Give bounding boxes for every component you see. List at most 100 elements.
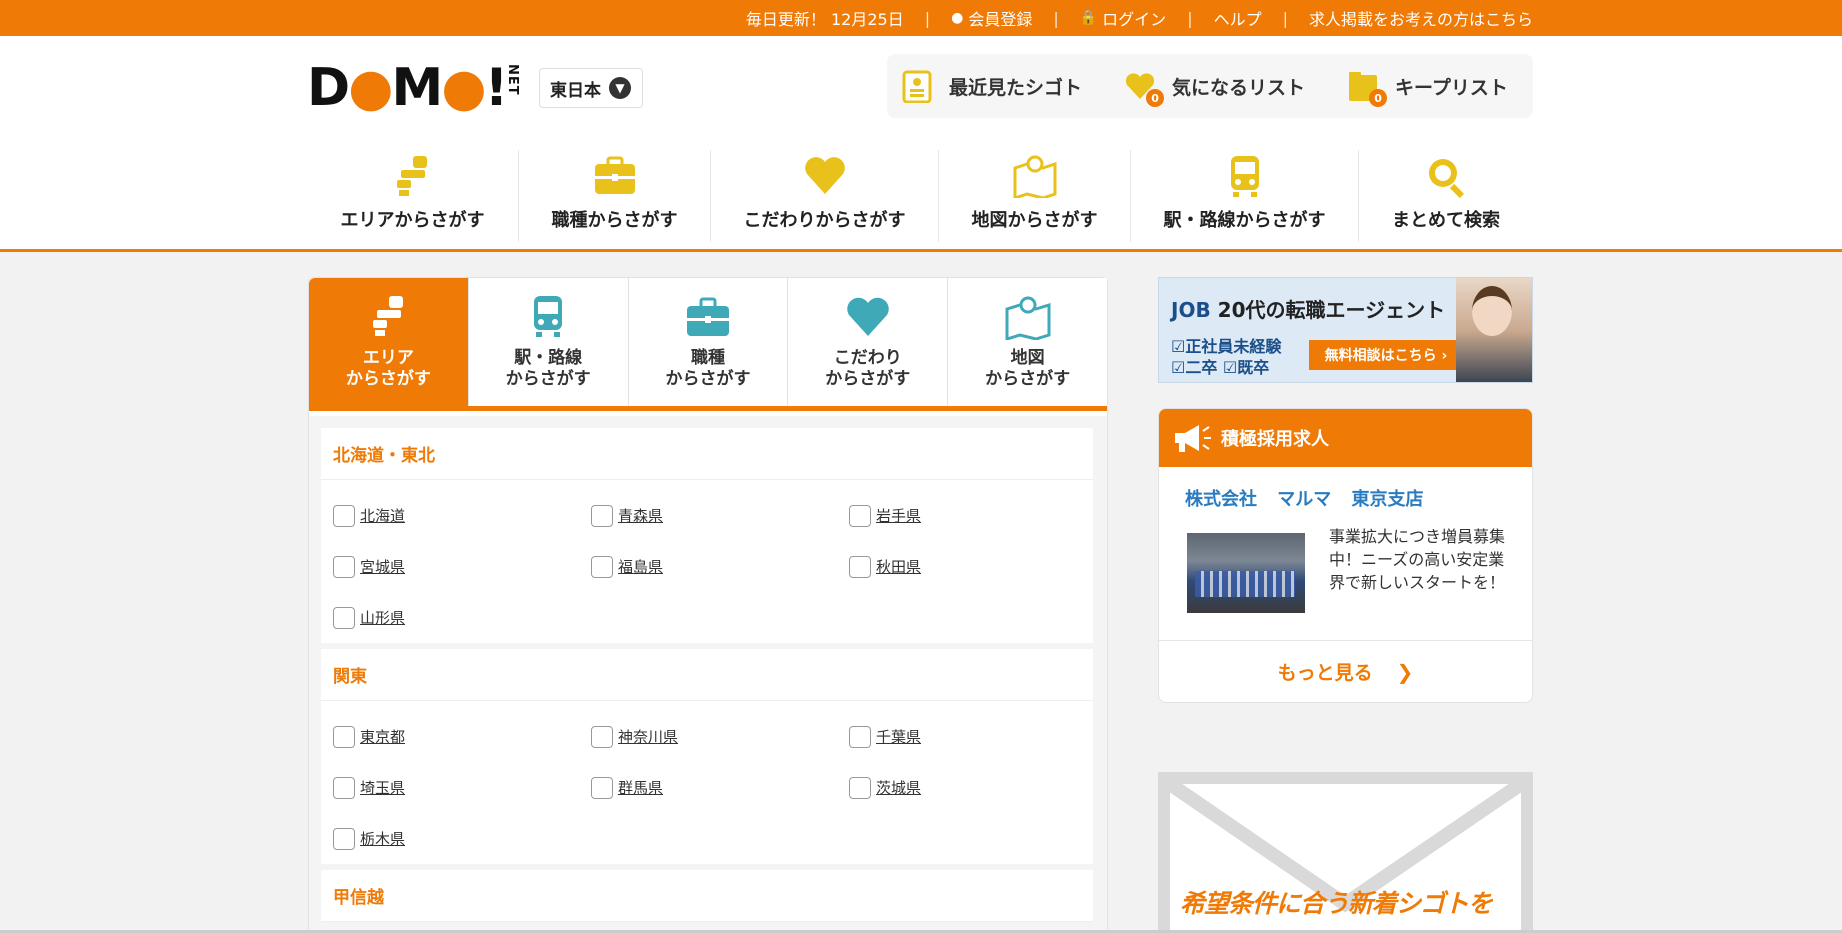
pref-checkbox[interactable]: 東京都 bbox=[333, 711, 591, 762]
checkbox[interactable] bbox=[849, 725, 871, 748]
checkbox[interactable] bbox=[333, 827, 355, 850]
banner-consult-button[interactable]: 無料相談はこちら › bbox=[1309, 340, 1463, 370]
checkbox[interactable] bbox=[591, 776, 613, 799]
nav-area-label: エリアからさがす bbox=[340, 210, 485, 231]
tab-station-line2: からさがす bbox=[505, 369, 591, 389]
checkbox[interactable] bbox=[333, 776, 355, 799]
tab-preference-line1: こだわり bbox=[833, 348, 902, 368]
nav-job-type-label: 職種からさがす bbox=[551, 210, 678, 231]
keep-list-link[interactable]: 0 キープリスト bbox=[1347, 69, 1508, 107]
login-link[interactable]: 🔒 ログイン bbox=[1080, 6, 1166, 30]
tab-job-type-line2: からさがす bbox=[665, 369, 751, 389]
pref-checkbox[interactable]: 秋田県 bbox=[849, 541, 1105, 592]
checkbox[interactable] bbox=[849, 776, 871, 799]
tab-job-type[interactable]: 職種 からさがす bbox=[628, 278, 789, 406]
pref-label[interactable]: 宮城県 bbox=[360, 556, 405, 577]
pref-checkbox[interactable]: 青森県 bbox=[591, 490, 849, 541]
pref-checkbox[interactable]: 茨城県 bbox=[849, 762, 1105, 813]
pref-checkbox[interactable]: 群馬県 bbox=[591, 762, 849, 813]
nav-bulk-search[interactable]: まとめて検索 bbox=[1359, 150, 1533, 242]
search-tabs: エリア からさがす 駅・路線 からさがす 職種 からさがす こだわり からさがす… bbox=[309, 278, 1107, 411]
envelope: 希望条件に合う新着シゴトを メールでお届け! bbox=[1170, 784, 1521, 933]
staff-group bbox=[1195, 571, 1295, 597]
pref-label[interactable]: 青森県 bbox=[618, 505, 663, 526]
briefcase-icon bbox=[686, 297, 729, 336]
pref-checkbox[interactable]: 栃木県 bbox=[333, 813, 591, 864]
section-koshinetsu: 甲信越 bbox=[321, 870, 1093, 922]
pref-label[interactable]: 北海道 bbox=[360, 505, 405, 526]
pref-checkbox[interactable]: 埼玉県 bbox=[333, 762, 591, 813]
quick-links: 最近見たシゴト 0 気になるリスト 0 キープリスト bbox=[887, 54, 1533, 118]
pref-label[interactable]: 東京都 bbox=[360, 726, 405, 747]
checkbox[interactable] bbox=[333, 555, 355, 578]
recently-viewed-link[interactable]: 最近見たシゴト bbox=[901, 69, 1082, 103]
section-hokkaido-tohoku: 北海道・東北 北海道 青森県 岩手県 宮城県 福島県 秋田県 山形県 bbox=[321, 428, 1093, 643]
heart-icon bbox=[847, 297, 889, 336]
region-selector[interactable]: 東日本 ▼ bbox=[539, 68, 643, 108]
employer-link[interactable]: 求人掲載をお考えの方はこちら bbox=[1309, 6, 1533, 30]
pref-label[interactable]: 秋田県 bbox=[876, 556, 921, 577]
help-link[interactable]: ヘルプ bbox=[1214, 6, 1262, 30]
pref-label[interactable]: 埼玉県 bbox=[360, 777, 405, 798]
tab-preference[interactable]: こだわり からさがす bbox=[788, 278, 949, 406]
pref-checkbox[interactable]: 神奈川県 bbox=[591, 711, 849, 762]
mail-signup-banner[interactable]: 希望条件に合う新着シゴトを メールでお届け! bbox=[1158, 772, 1533, 933]
pref-label[interactable]: 栃木県 bbox=[360, 828, 405, 849]
nav-job-type[interactable]: 職種からさがす bbox=[519, 150, 711, 242]
divider: | bbox=[1053, 8, 1059, 28]
prefecture-grid: 東京都 神奈川県 千葉県 埼玉県 群馬県 茨城県 栃木県 bbox=[321, 701, 1093, 864]
hiring-title: 積極採用求人 bbox=[1221, 429, 1329, 450]
pref-label[interactable]: 岩手県 bbox=[876, 505, 921, 526]
checkbox[interactable] bbox=[333, 606, 355, 629]
pref-checkbox[interactable]: 千葉県 bbox=[849, 711, 1105, 762]
map-icon bbox=[1005, 296, 1051, 340]
checkbox[interactable] bbox=[333, 725, 355, 748]
chevron-down-icon: ▼ bbox=[609, 77, 631, 99]
clipboard-icon bbox=[902, 70, 932, 103]
nav-preference[interactable]: こだわりからさがす bbox=[711, 150, 939, 242]
pref-checkbox[interactable]: 岩手県 bbox=[849, 490, 1105, 541]
checkbox[interactable] bbox=[849, 504, 871, 527]
keep-list-label: キープリスト bbox=[1395, 76, 1508, 99]
face bbox=[1472, 286, 1512, 336]
tab-preference-line2: からさがす bbox=[825, 369, 911, 389]
search-magnifier-icon bbox=[1429, 159, 1465, 198]
map-icon bbox=[1013, 155, 1056, 198]
pref-label[interactable]: 千葉県 bbox=[876, 726, 921, 747]
nav-area[interactable]: エリアからさがす bbox=[307, 150, 519, 242]
pref-checkbox[interactable]: 宮城県 bbox=[333, 541, 591, 592]
top-links: 毎日更新！ 12月25日 | ● 会員登録 | 🔒 ログイン | ヘルプ | 求人掲… bbox=[746, 0, 1533, 36]
hiring-header: 積極採用求人 bbox=[1159, 409, 1532, 467]
pref-label[interactable]: 群馬県 bbox=[618, 777, 663, 798]
pref-label[interactable]: 山形県 bbox=[360, 607, 405, 628]
pref-checkbox[interactable]: 福島県 bbox=[591, 541, 849, 592]
checkbox[interactable] bbox=[591, 504, 613, 527]
pref-checkbox[interactable]: 北海道 bbox=[333, 490, 591, 541]
company-link[interactable]: 株式会社 マルマ 東京支店 bbox=[1185, 485, 1424, 511]
section-title: 北海道・東北 bbox=[321, 428, 1093, 480]
agent-banner[interactable]: JOB 20代の転職エージェント ☑正社員未経験 ☑二卒 ☑既卒 無料相談はこち… bbox=[1158, 277, 1533, 383]
nav-map[interactable]: 地図からさがす bbox=[939, 150, 1131, 242]
lock-icon: 🔒 bbox=[1079, 10, 1098, 26]
pref-label[interactable]: 茨城県 bbox=[876, 777, 921, 798]
chevron-right-icon: ❯ bbox=[1396, 659, 1414, 684]
checkbox[interactable] bbox=[333, 504, 355, 527]
site-logo[interactable]: D●M●! bbox=[307, 62, 508, 114]
see-more-label: もっと見る bbox=[1277, 662, 1373, 684]
nav-station[interactable]: 駅・路線からさがす bbox=[1131, 150, 1359, 242]
tab-area[interactable]: エリア からさがす bbox=[309, 278, 469, 406]
pref-checkbox[interactable]: 山形県 bbox=[333, 592, 591, 643]
checkbox[interactable] bbox=[849, 555, 871, 578]
checkbox[interactable] bbox=[591, 725, 613, 748]
nav-map-label: 地図からさがす bbox=[971, 210, 1098, 231]
tab-map[interactable]: 地図 からさがす bbox=[948, 278, 1107, 406]
tab-station[interactable]: 駅・路線 からさがす bbox=[468, 278, 629, 406]
register-link[interactable]: ● 会員登録 bbox=[951, 6, 1032, 30]
company-photo[interactable] bbox=[1187, 533, 1305, 613]
pref-label[interactable]: 神奈川県 bbox=[618, 726, 678, 747]
see-more-button[interactable]: もっと見る ❯ bbox=[1159, 640, 1532, 702]
checkbox[interactable] bbox=[591, 555, 613, 578]
tab-map-line1: 地図 bbox=[1010, 348, 1045, 368]
favorites-link[interactable]: 0 気になるリスト bbox=[1124, 69, 1305, 107]
pref-label[interactable]: 福島県 bbox=[618, 556, 663, 577]
